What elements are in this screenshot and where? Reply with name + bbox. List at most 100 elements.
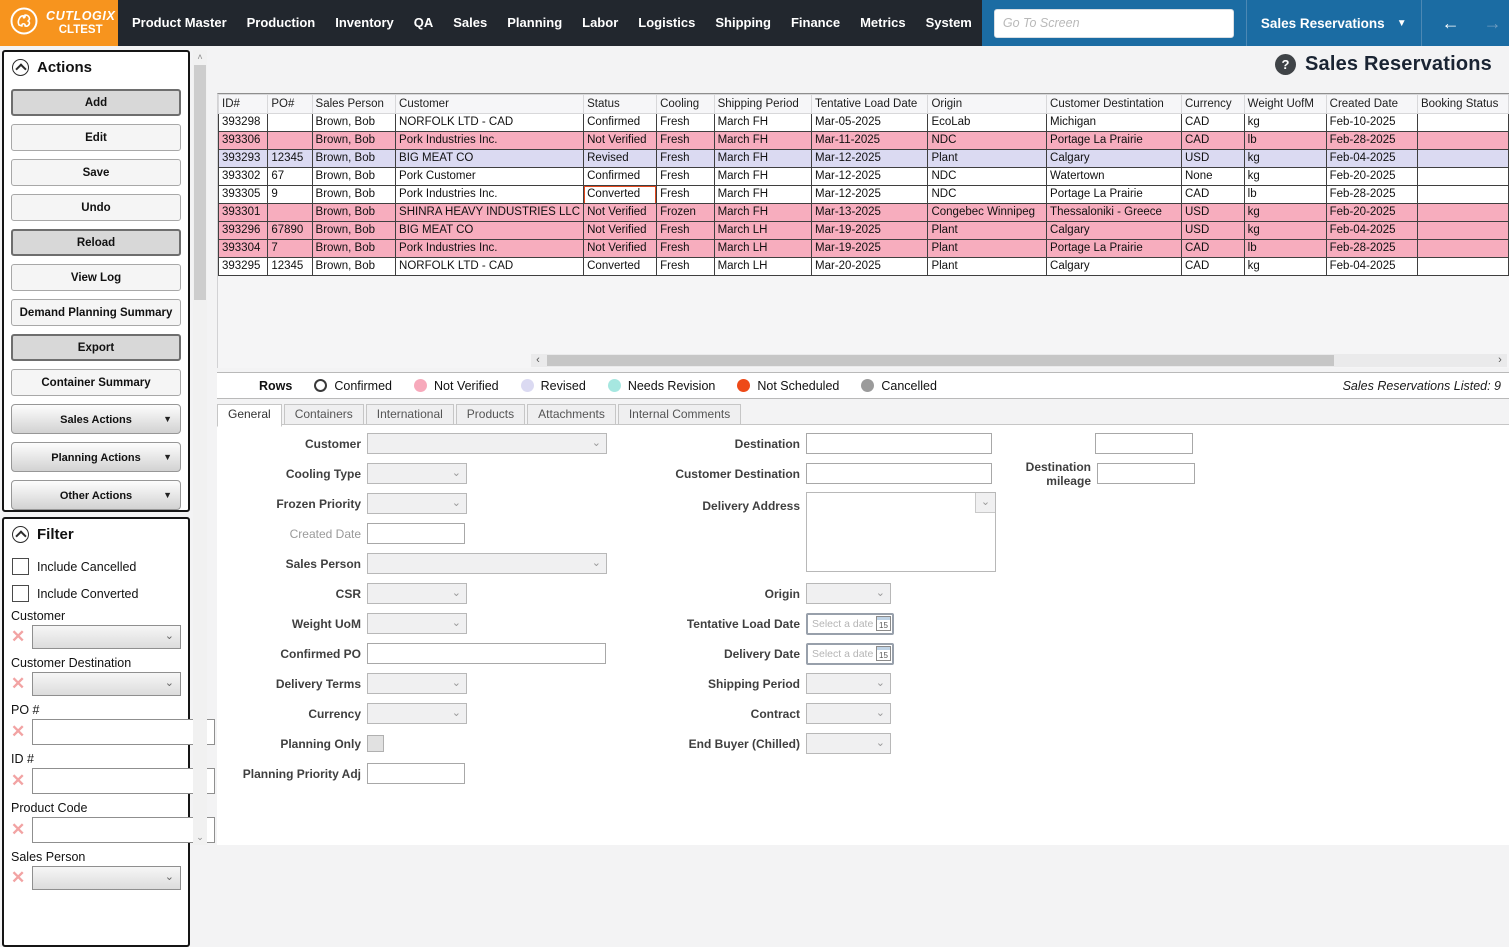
tentative-load-date-picker[interactable]: Select a date 15 <box>806 613 894 635</box>
view-log-button[interactable]: View Log <box>11 264 181 291</box>
undo-button[interactable]: Undo <box>11 194 181 221</box>
calendar-icon[interactable]: 15 <box>876 646 891 661</box>
product-code-filter-input[interactable] <box>32 817 215 843</box>
demand-planning-summary-button[interactable]: Demand Planning Summary <box>11 299 181 326</box>
include-cancelled-checkbox[interactable]: Include Cancelled <box>12 558 180 575</box>
frozen-priority-dropdown[interactable]: ⌄ <box>367 493 467 514</box>
planning-only-checkbox[interactable] <box>367 735 384 752</box>
table-row[interactable]: 39329667890Brown, BobBIG MEAT CONot Veri… <box>219 222 1509 240</box>
checkbox-box[interactable] <box>12 585 29 602</box>
weight-uom-dropdown[interactable]: ⌄ <box>367 613 467 634</box>
column-header[interactable]: Weight UofM <box>1244 95 1326 114</box>
filter-panel-header[interactable]: Filter <box>11 523 181 548</box>
origin-dropdown[interactable]: ⌄ <box>806 583 891 604</box>
column-header[interactable]: Tentative Load Date <box>812 95 928 114</box>
planning-priority-adj-input[interactable] <box>367 763 465 784</box>
table-row[interactable]: 39329312345Brown, BobBIG MEAT CORevisedF… <box>219 150 1509 168</box>
customer-destination-input[interactable] <box>806 463 992 484</box>
sales-person-filter-select[interactable]: ⌄ <box>32 866 181 890</box>
column-header[interactable]: Currency <box>1182 95 1245 114</box>
clear-filter-icon[interactable]: ✕ <box>11 770 30 792</box>
column-header[interactable]: Created Date <box>1326 95 1417 114</box>
column-header[interactable]: Status <box>584 95 657 114</box>
sales-person-dropdown[interactable]: ⌄ <box>367 553 607 574</box>
customer-destination-filter-select[interactable]: ⌄ <box>32 672 181 696</box>
tab-attachments[interactable]: Attachments <box>527 404 616 425</box>
scrollbar-thumb[interactable] <box>547 355 1334 366</box>
add-button[interactable]: Add <box>11 89 181 116</box>
nav-item-product-master[interactable]: Product Master <box>122 0 237 46</box>
customer-filter-select[interactable]: ⌄ <box>32 625 181 649</box>
delivery-terms-dropdown[interactable]: ⌄ <box>367 673 467 694</box>
planning-actions-menu-button[interactable]: Planning Actions▼ <box>11 442 181 472</box>
edit-button[interactable]: Edit <box>11 124 181 151</box>
nav-item-production[interactable]: Production <box>237 0 326 46</box>
column-header[interactable]: ID# <box>219 95 268 114</box>
currency-dropdown[interactable]: ⌄ <box>367 703 467 724</box>
chevron-up-icon[interactable]: ˄ <box>193 52 207 62</box>
chevron-left-icon[interactable]: ‹ <box>531 354 545 367</box>
horizontal-scrollbar[interactable]: ‹ › <box>531 354 1507 367</box>
confirmed-po-input[interactable] <box>367 643 606 664</box>
clear-filter-icon[interactable]: ✕ <box>11 819 30 841</box>
nav-item-system[interactable]: System <box>916 0 982 46</box>
container-summary-button[interactable]: Container Summary <box>11 369 181 396</box>
nav-item-sales[interactable]: Sales <box>443 0 497 46</box>
chevron-down-icon[interactable]: ⌄ <box>193 832 207 843</box>
clear-filter-icon[interactable]: ✕ <box>11 673 30 695</box>
scrollbar-thumb[interactable] <box>194 65 206 300</box>
cooling-type-dropdown[interactable]: ⌄ <box>367 463 467 484</box>
help-icon[interactable]: ? <box>1275 54 1296 75</box>
tab-general[interactable]: General <box>217 404 282 427</box>
column-header[interactable]: PO# <box>268 95 312 114</box>
column-header[interactable]: Shipping Period <box>714 95 811 114</box>
column-header[interactable]: Origin <box>928 95 1047 114</box>
end-buyer-chilled-dropdown[interactable]: ⌄ <box>806 733 891 754</box>
destination-extra-input[interactable] <box>1095 433 1193 454</box>
checkbox-box[interactable] <box>12 558 29 575</box>
nav-item-finance[interactable]: Finance <box>781 0 850 46</box>
table-row[interactable]: 3933059Brown, BobPork Industries Inc.Con… <box>219 186 1509 204</box>
save-button[interactable]: Save <box>11 159 181 186</box>
actions-panel-header[interactable]: Actions <box>11 56 181 81</box>
clear-filter-icon[interactable]: ✕ <box>11 721 30 743</box>
include-converted-checkbox[interactable]: Include Converted <box>12 585 180 602</box>
clear-filter-icon[interactable]: ✕ <box>11 867 30 889</box>
export-button[interactable]: Export <box>11 334 181 361</box>
screen-selector-dropdown[interactable]: Sales Reservations ▼ <box>1246 0 1421 46</box>
app-logo[interactable]: CUTLOGIX CLTEST <box>0 0 118 46</box>
column-header[interactable]: Customer Destintation <box>1047 95 1182 114</box>
tab-products[interactable]: Products <box>456 404 525 425</box>
nav-item-shipping[interactable]: Shipping <box>705 0 781 46</box>
sidebar-scrollbar[interactable]: ˄ ⌄ <box>193 50 207 845</box>
column-header[interactable]: Booking Status <box>1417 95 1508 114</box>
column-header[interactable]: Sales Person <box>312 95 396 114</box>
contract-dropdown[interactable]: ⌄ <box>806 703 891 724</box>
delivery-date-picker[interactable]: Select a date 15 <box>806 643 894 665</box>
delivery-address-textarea[interactable]: ⌄ <box>806 492 996 572</box>
csr-dropdown[interactable]: ⌄ <box>367 583 467 604</box>
nav-item-qa[interactable]: QA <box>404 0 444 46</box>
tab-internal-comments[interactable]: Internal Comments <box>618 404 741 425</box>
table-row[interactable]: 393306Brown, BobPork Industries Inc.Not … <box>219 132 1509 150</box>
customer-dropdown[interactable]: ⌄ <box>367 433 607 454</box>
sales-actions-menu-button[interactable]: Sales Actions▼ <box>11 404 181 434</box>
forward-arrow-icon[interactable]: → <box>1472 0 1509 46</box>
table-row[interactable]: 393298Brown, BobNORFOLK LTD - CADConfirm… <box>219 114 1509 132</box>
shipping-period-dropdown[interactable]: ⌄ <box>806 673 891 694</box>
id-filter-input[interactable] <box>32 768 215 794</box>
po-filter-input[interactable] <box>32 719 215 745</box>
chevron-right-icon[interactable]: › <box>1493 354 1507 367</box>
nav-item-logistics[interactable]: Logistics <box>628 0 705 46</box>
clear-filter-icon[interactable]: ✕ <box>11 626 30 648</box>
other-actions-menu-button[interactable]: Other Actions▼ <box>11 480 181 510</box>
nav-item-metrics[interactable]: Metrics <box>850 0 916 46</box>
tab-containers[interactable]: Containers <box>284 404 364 425</box>
nav-item-labor[interactable]: Labor <box>572 0 628 46</box>
reload-button[interactable]: Reload <box>11 229 181 256</box>
table-row[interactable]: 3933047Brown, BobPork Industries Inc.Not… <box>219 240 1509 258</box>
chevron-down-icon[interactable]: ⌄ <box>975 493 995 513</box>
destination-input[interactable] <box>806 433 992 454</box>
calendar-icon[interactable]: 15 <box>876 616 891 631</box>
table-row[interactable]: 393301Brown, BobSHINRA HEAVY INDUSTRIES … <box>219 204 1509 222</box>
